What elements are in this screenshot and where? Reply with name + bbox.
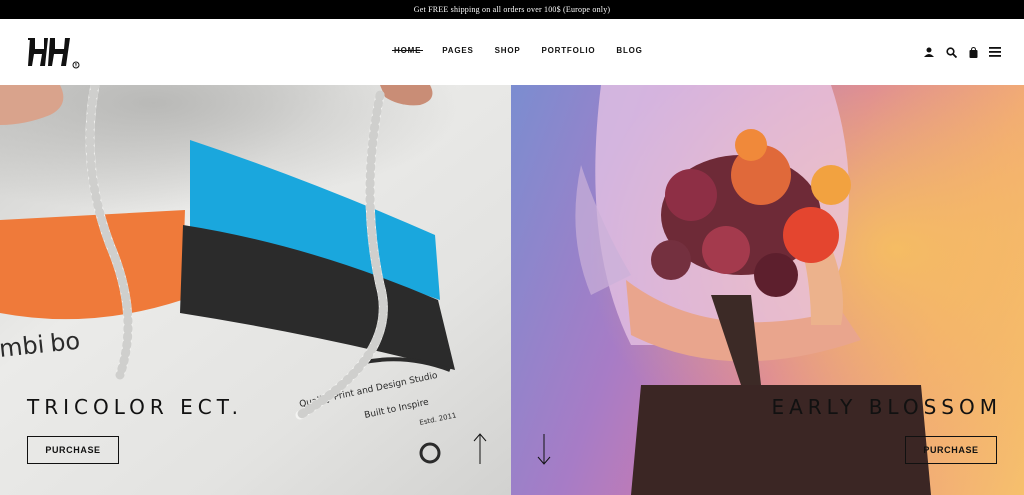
site-header: R HOME PAGES SHOP PORTFOLIO BLOG bbox=[0, 19, 1024, 85]
slide-title-early-blossom: EARLY BLOSSOM bbox=[771, 395, 1002, 419]
slide-early-blossom: EARLY BLOSSOM PURCHASE bbox=[511, 85, 1024, 495]
user-icon[interactable] bbox=[918, 43, 940, 61]
site-logo[interactable]: R bbox=[28, 36, 80, 70]
announcement-text: Get FREE shipping on all orders over 100… bbox=[413, 5, 611, 14]
header-icons bbox=[918, 43, 1006, 61]
hero-slider: mbi bo Quality Print and Design Studio Bu… bbox=[0, 85, 1024, 495]
main-nav: HOME PAGES SHOP PORTFOLIO BLOG bbox=[391, 46, 664, 55]
nav-item-home[interactable]: HOME bbox=[391, 46, 424, 55]
arrow-up-icon[interactable] bbox=[473, 433, 487, 465]
arrow-down-icon[interactable] bbox=[537, 433, 551, 465]
slide-title-tricolor: TRICOLOR ECT. bbox=[27, 395, 243, 419]
slide-tricolor: mbi bo Quality Print and Design Studio Bu… bbox=[0, 85, 511, 495]
purchase-button-tricolor[interactable]: PURCHASE bbox=[27, 436, 119, 464]
shopping-bag-icon[interactable] bbox=[962, 43, 984, 61]
nav-item-portfolio[interactable]: PORTFOLIO bbox=[542, 46, 596, 55]
hoodie-image: mbi bo Quality Print and Design Studio Bu… bbox=[0, 85, 511, 495]
purchase-button-early-blossom[interactable]: PURCHASE bbox=[905, 436, 997, 464]
search-icon[interactable] bbox=[940, 43, 962, 61]
hamburger-menu-icon[interactable] bbox=[984, 43, 1006, 61]
nav-item-pages[interactable]: PAGES bbox=[442, 46, 473, 55]
flowers-image bbox=[511, 85, 1024, 495]
nav-item-shop[interactable]: SHOP bbox=[495, 46, 521, 55]
announcement-bar: Get FREE shipping on all orders over 100… bbox=[0, 0, 1024, 19]
svg-text:R: R bbox=[75, 63, 78, 68]
nav-item-blog[interactable]: BLOG bbox=[616, 46, 642, 55]
